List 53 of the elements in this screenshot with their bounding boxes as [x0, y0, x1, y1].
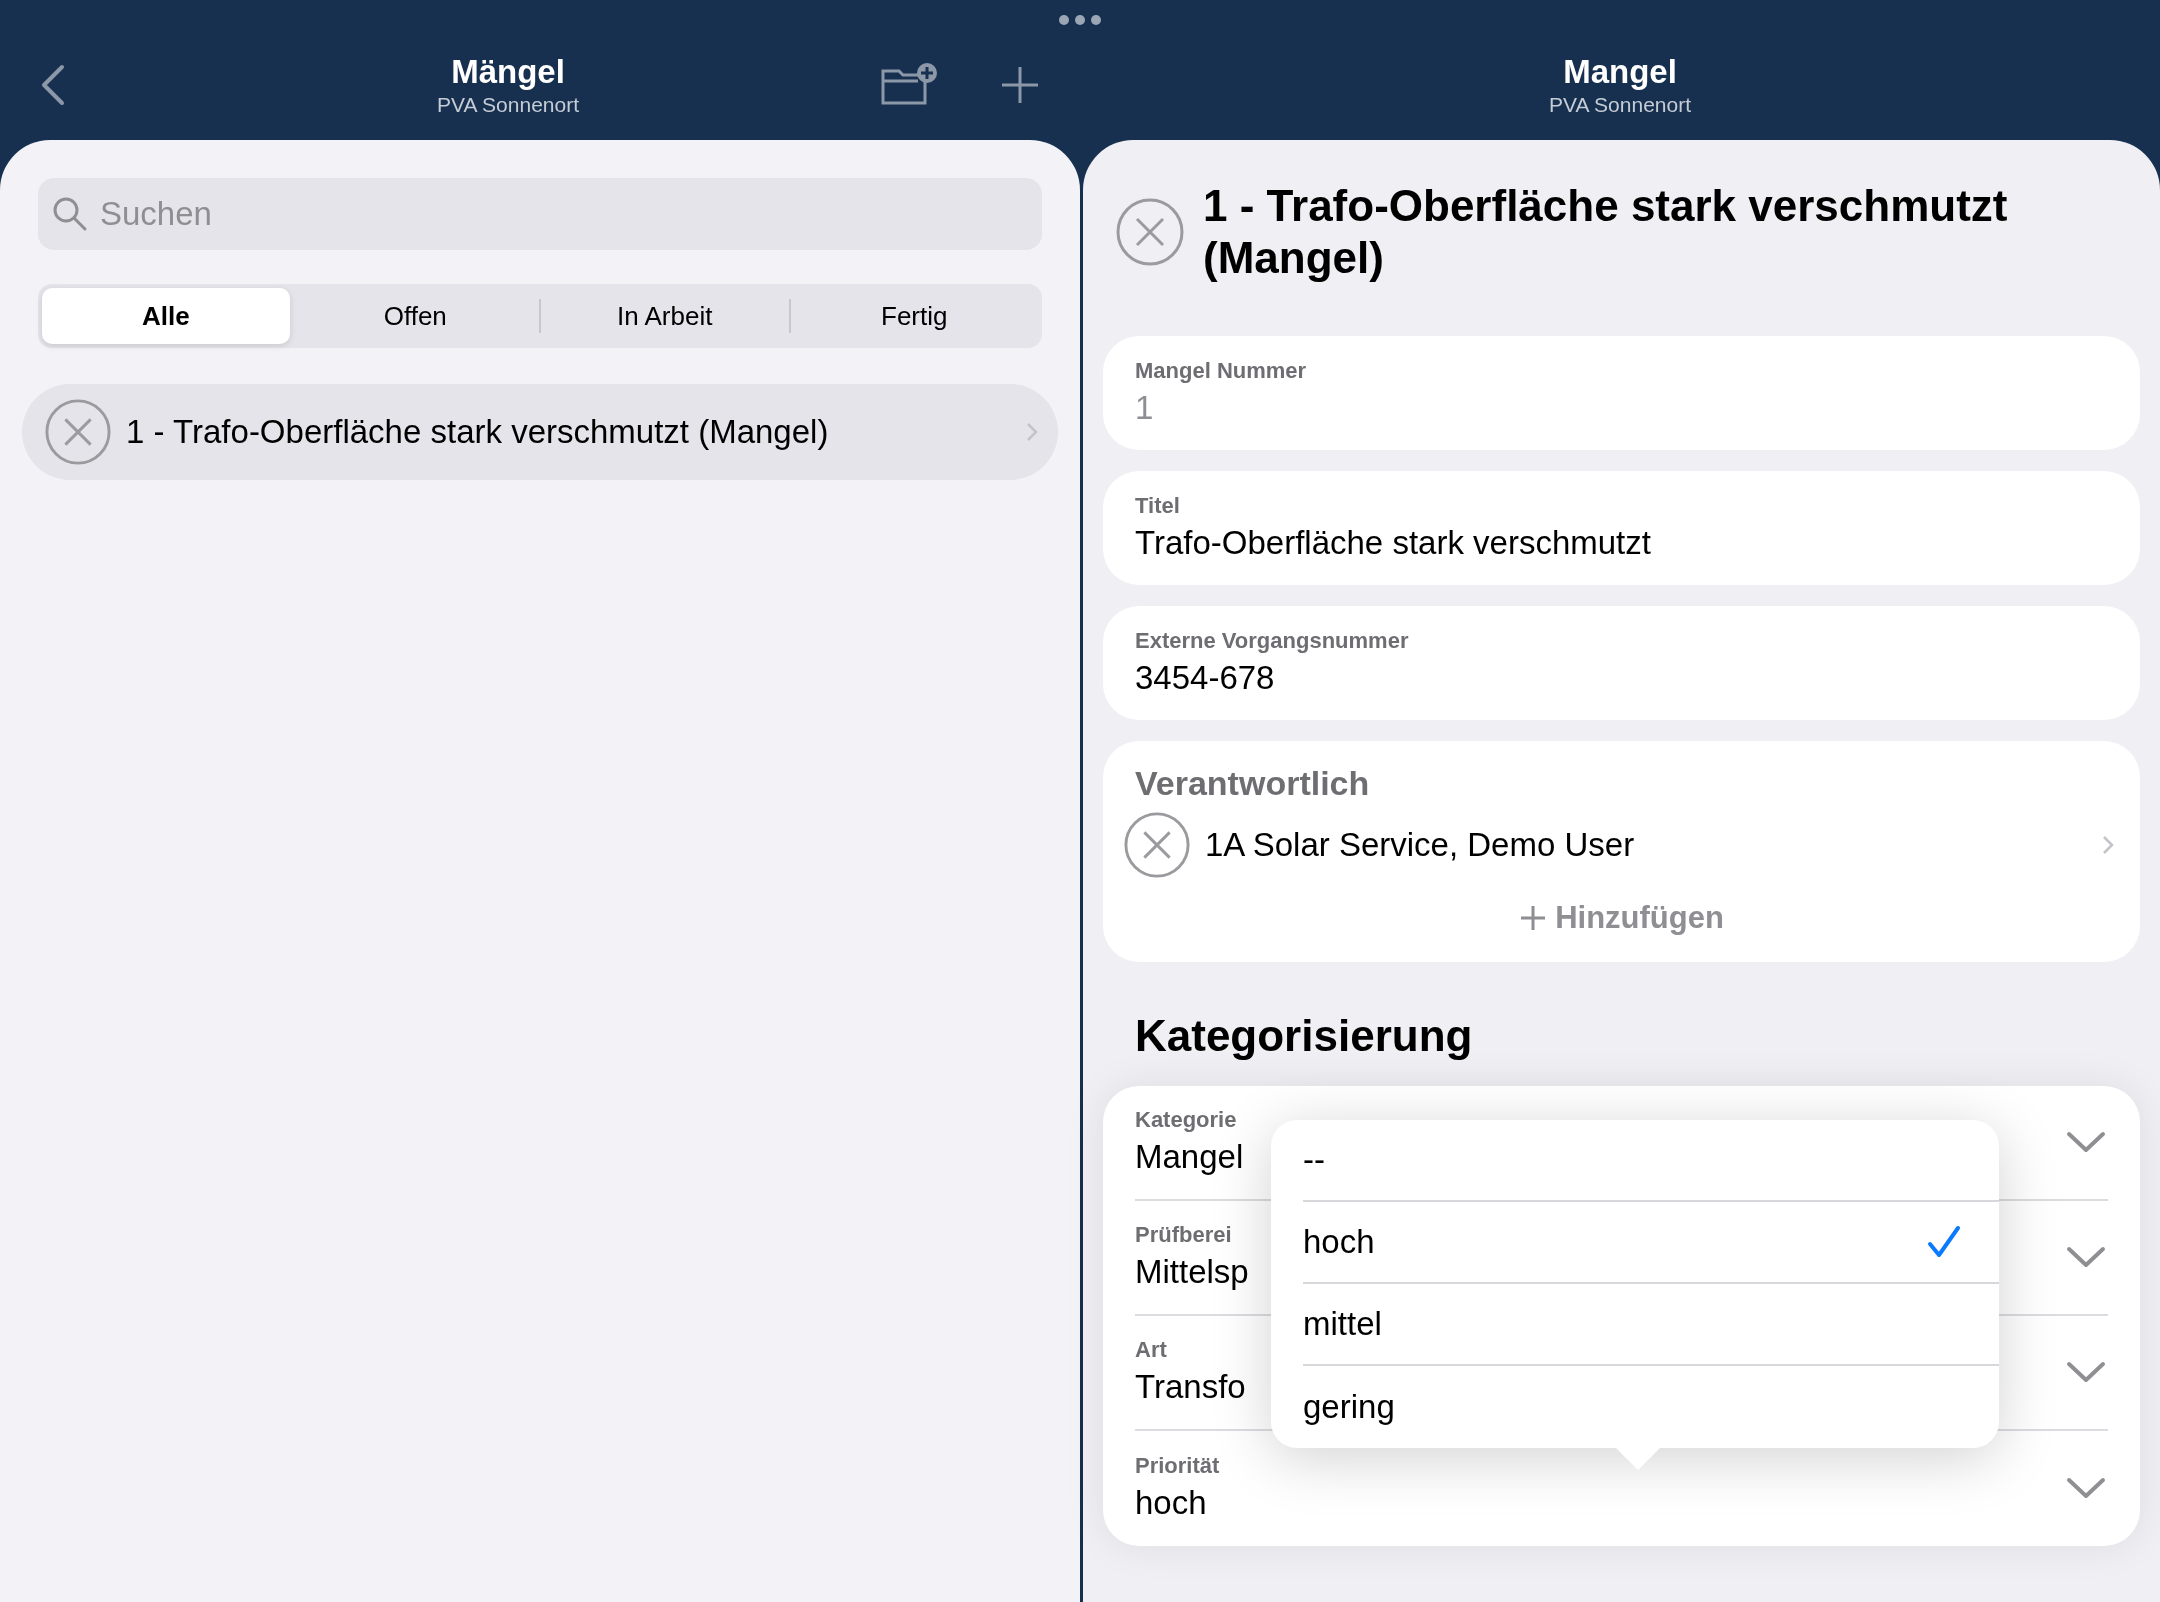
multitask-dots-icon[interactable]	[1058, 14, 1102, 26]
field-value: 1	[1135, 388, 1155, 428]
field-label: Externe Vorgangsnummer	[1135, 627, 1410, 655]
pane-subtitle: PVA Sonnenort	[436, 92, 580, 118]
filter-tab[interactable]: Alle	[42, 288, 290, 344]
field-value: Transfo	[1135, 1367, 1246, 1407]
plus-icon	[1519, 904, 1548, 933]
section-label: Verantwortlich	[1134, 763, 1371, 804]
field-value: 3454-678	[1135, 658, 1276, 698]
filter-tab[interactable]: Fertig	[790, 288, 1038, 344]
status-cancel-icon	[44, 398, 112, 466]
pane-title: Mangel	[1563, 52, 1677, 92]
menu-option[interactable]: hoch	[1303, 1201, 1999, 1284]
section-heading: Kategorisierung	[1134, 1009, 1474, 1062]
form-field[interactable]: Externe Vorgangsnummer 3454-678	[1103, 606, 2140, 720]
field-label: Prüfberei	[1135, 1221, 1232, 1249]
add-button[interactable]	[1000, 65, 1040, 105]
chevron-right-icon	[1026, 422, 1038, 442]
filter-tab[interactable]: In Arbeit	[541, 288, 789, 344]
chevron-left-icon	[40, 64, 66, 106]
chevron-down-icon	[2066, 1476, 2106, 1500]
menu-option[interactable]: --	[1303, 1119, 1999, 1202]
status-cancel-icon	[1123, 811, 1191, 879]
search-field[interactable]: Suchen	[38, 178, 1042, 250]
person-row[interactable]: 1A Solar Service, Demo User	[1123, 805, 2120, 885]
detail-heading: 1 - Trafo-Oberfläche stark verschmutzt (Mangel)	[1203, 180, 2009, 284]
chevron-right-icon	[2102, 835, 2114, 855]
person-name: 1A Solar Service, Demo User	[1205, 825, 1636, 866]
field-value: hoch	[1135, 1483, 1207, 1523]
field-value: Mittelsp	[1135, 1252, 1249, 1292]
item-title: 1 - Trafo-Oberfläche stark verschmutzt (Mangel)	[126, 412, 830, 453]
field-label: Kategorie	[1135, 1106, 1237, 1134]
chevron-down-icon	[2066, 1360, 2106, 1384]
field-label: Titel	[1135, 492, 1181, 520]
list-item[interactable]: 1 - Trafo-Oberfläche stark verschmutzt (Mangel)	[22, 384, 1058, 480]
field-value: Mangel	[1135, 1137, 1244, 1177]
plus-icon	[1000, 65, 1040, 105]
form-field[interactable]: Titel Trafo-Oberfläche stark verschmutzt	[1103, 471, 2140, 585]
filter-tab[interactable]: Offen	[291, 288, 539, 344]
folder-plus-icon	[880, 63, 940, 107]
chevron-down-icon	[2066, 1130, 2106, 1154]
field-value: Trafo-Oberfläche stark verschmutzt	[1135, 523, 1652, 563]
new-folder-button[interactable]	[880, 63, 940, 107]
pane-title: Mängel	[451, 52, 565, 92]
field-label: Art	[1135, 1336, 1167, 1364]
field-label: Mangel Nummer	[1135, 357, 1308, 385]
chevron-down-icon	[2066, 1245, 2106, 1269]
menu-option[interactable]: gering	[1303, 1365, 1999, 1448]
status-cancel-icon	[1115, 197, 1185, 267]
menu-option[interactable]: mittel	[1303, 1283, 1999, 1366]
search-icon	[52, 196, 88, 232]
field-label: Priorität	[1135, 1452, 1220, 1480]
pane-subtitle: PVA Sonnenort	[1548, 92, 1692, 118]
